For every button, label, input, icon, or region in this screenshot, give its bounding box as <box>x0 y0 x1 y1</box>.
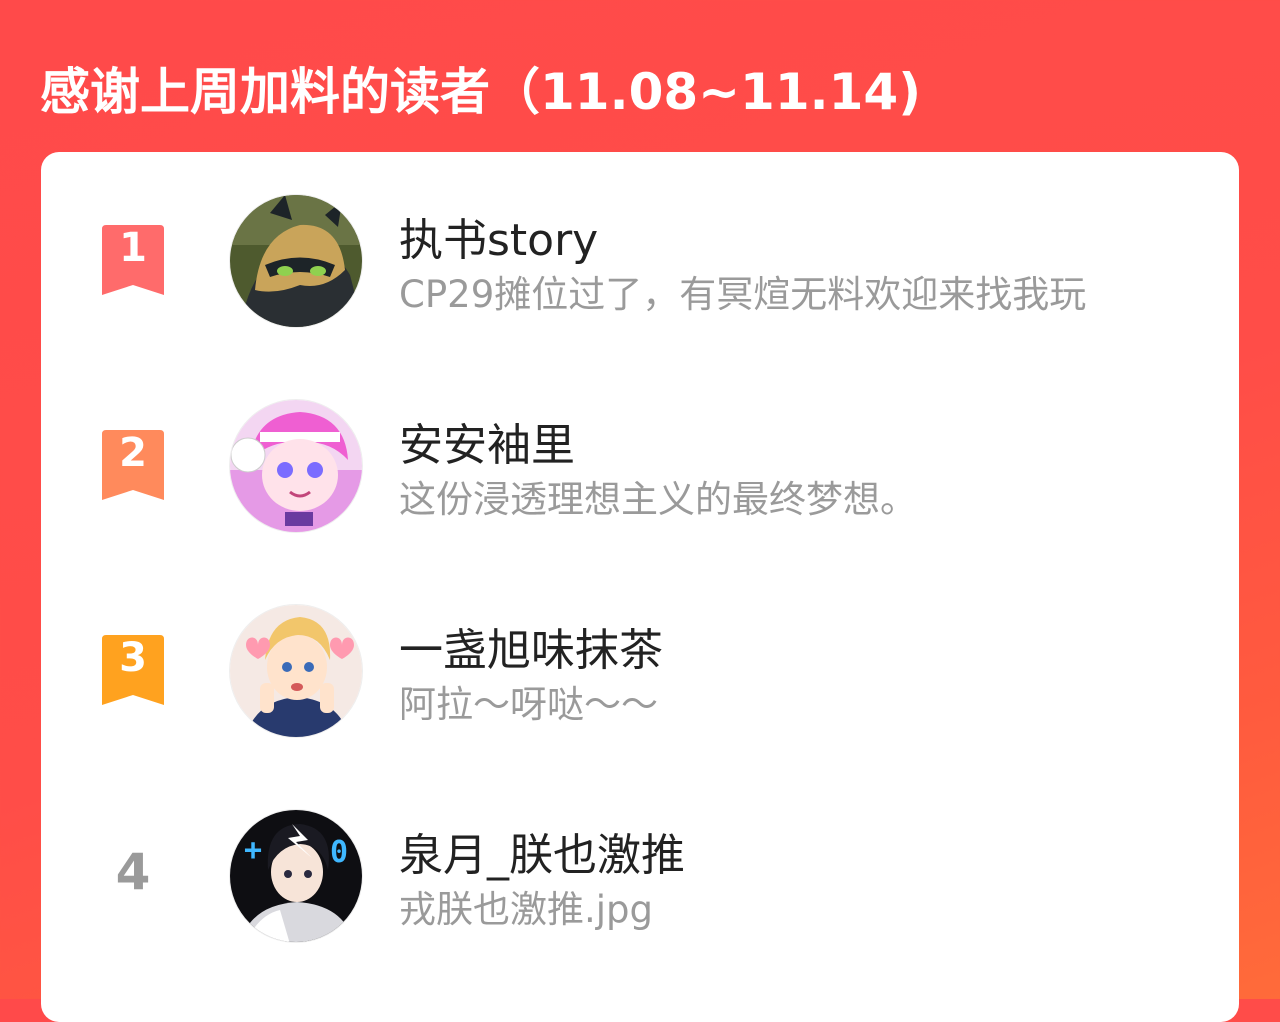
reader-name: 执书story <box>399 215 599 266</box>
blonde-anime-boy-avatar-icon <box>230 605 362 737</box>
rank-number: 2 <box>119 430 147 476</box>
reader-message: 这份浸透理想主义的最终梦想。 <box>399 478 917 521</box>
reader-name: 安安袖里 <box>399 420 575 471</box>
list-item[interactable]: 2 安安袖里 这份浸透理想主义的最终梦想。 <box>41 397 1239 537</box>
reader-list-card: 1 执书story CP29摊位过了，有冥煊无料欢迎来找我玩 2 安安袖里 这份… <box>41 152 1239 1022</box>
reader-message: 戎朕也激推.jpg <box>399 888 654 931</box>
reader-message: CP29摊位过了，有冥煊无料欢迎来找我玩 <box>399 273 1087 316</box>
rank-number: 1 <box>119 225 147 271</box>
reader-message: 阿拉～呀哒～～ <box>399 683 658 726</box>
page-title: 感谢上周加料的读者（11.08~11.14) <box>40 63 922 121</box>
rank-ribbon-badge: 2 <box>98 430 168 502</box>
avatar[interactable] <box>229 604 363 738</box>
rank-ribbon-badge: 1 <box>98 225 168 297</box>
rank-number: 4 <box>115 843 151 901</box>
reader-name: 泉月_朕也激推 <box>399 830 685 881</box>
list-item[interactable]: 3 一盏旭味抹茶 阿拉～呀哒～～ <box>41 602 1239 742</box>
cartoon-cat-hero-avatar-icon <box>230 195 362 327</box>
svg-text:0: 0 <box>330 835 348 870</box>
avatar[interactable]: + 0 <box>229 809 363 943</box>
avatar[interactable] <box>229 399 363 533</box>
reader-name: 一盏旭味抹茶 <box>399 625 663 676</box>
list-item[interactable]: 4 + 0 泉月_朕也激推 戎朕也激推.jpg <box>41 807 1239 947</box>
dark-hair-anime-boy-avatar-icon: + 0 <box>230 810 362 942</box>
rank-number: 3 <box>119 635 147 681</box>
svg-text:+: + <box>244 833 262 868</box>
avatar[interactable] <box>229 194 363 328</box>
pink-hair-anime-avatar-icon <box>230 400 362 532</box>
rank-ribbon-badge: 3 <box>98 635 168 707</box>
list-item[interactable]: 1 执书story CP29摊位过了，有冥煊无料欢迎来找我玩 <box>41 192 1239 332</box>
